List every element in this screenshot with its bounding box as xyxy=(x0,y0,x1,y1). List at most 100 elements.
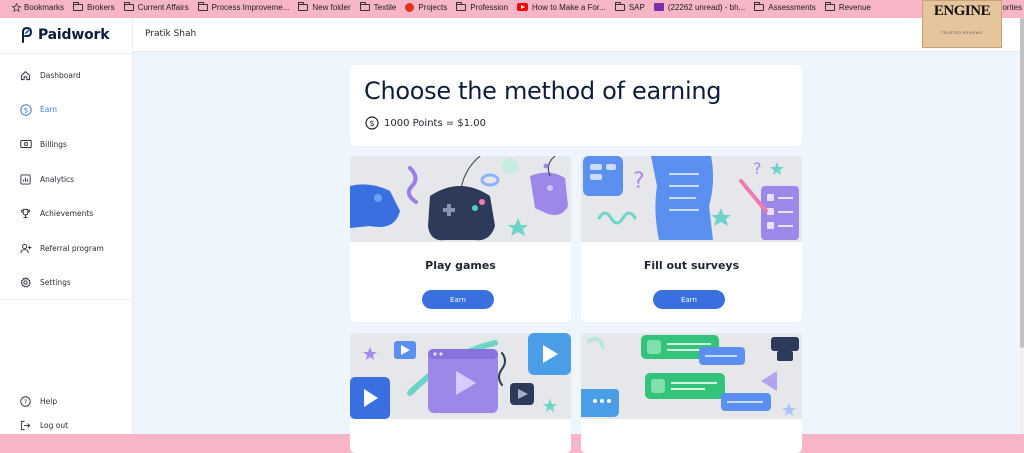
bookmark-sap[interactable]: SAP xyxy=(614,1,645,12)
sidebar-item-billings[interactable]: Billings xyxy=(0,127,133,162)
sidebar-item-referral-program[interactable]: Referral program xyxy=(0,231,133,266)
bookmark-brokers[interactable]: Brokers xyxy=(73,1,115,12)
earning-card-videos[interactable] xyxy=(350,333,571,453)
sidebar-item-help[interactable]: ? Help xyxy=(0,389,133,413)
trophy-icon xyxy=(19,207,32,220)
bookmark-label: Current Affairs xyxy=(137,2,189,12)
svg-text:?: ? xyxy=(633,169,645,194)
sidebar-bottom-nav: ? Help Log out xyxy=(0,389,133,437)
folder-icon xyxy=(298,1,309,11)
sidebar-item-earn[interactable]: $ Earn xyxy=(0,93,133,128)
bookmark-label: SAP xyxy=(628,2,645,12)
svg-text:$: $ xyxy=(369,119,374,128)
user-name[interactable]: Pratik Shah xyxy=(145,29,196,39)
divider xyxy=(0,299,133,300)
coin-icon: $ xyxy=(365,116,379,130)
folder-icon xyxy=(614,1,625,11)
sidebar-nav: Dashboard $ Earn Billings Analytics Achi… xyxy=(0,58,133,300)
help-icon: ? xyxy=(19,395,32,408)
sidebar-item-achievements[interactable]: Achievements xyxy=(0,196,133,231)
scrollbar-thumb[interactable] xyxy=(1020,18,1024,348)
sidebar-item-label: Log out xyxy=(40,420,69,430)
bookmark-label: (22262 unread) - bh... xyxy=(667,2,746,12)
paidwork-logo-icon xyxy=(22,27,33,43)
folder-icon xyxy=(73,1,84,11)
bookmark-youtube[interactable]: How to Make a For... xyxy=(517,3,606,12)
sidebar-item-label: Earn xyxy=(40,105,58,115)
svg-text:?: ? xyxy=(753,159,762,178)
logo-text: Paidwork xyxy=(38,27,110,43)
sidebar-item-logout[interactable]: Log out xyxy=(0,413,133,437)
bookmark-favorites[interactable]: orites xyxy=(1002,0,1024,14)
page-title: Choose the method of earning xyxy=(364,77,722,105)
referral-icon xyxy=(19,242,32,255)
earning-card-tasks[interactable] xyxy=(581,333,802,453)
bookmark-bookmarks[interactable]: Bookmarks xyxy=(0,2,65,12)
divider xyxy=(0,53,133,54)
sidebar-item-label: Billings xyxy=(40,139,67,149)
bookmark-label: Brokers xyxy=(87,2,115,12)
sidebar-item-analytics[interactable]: Analytics xyxy=(0,162,133,197)
bookmark-new-folder[interactable]: New folder xyxy=(298,1,351,12)
bookmark-revenue[interactable]: Revenue xyxy=(824,1,871,12)
bookmark-current-affairs[interactable]: Current Affairs xyxy=(123,1,189,12)
overlay-thumbnail: ENGINE TRUSTED REVIEWS xyxy=(922,0,1002,48)
svg-text:$: $ xyxy=(23,106,27,114)
earning-card-games[interactable]: Play games Earn xyxy=(350,156,571,322)
bookmark-label: New folder xyxy=(312,2,351,12)
bookmark-label: Bookmarks xyxy=(24,2,65,12)
bookmark-textile[interactable]: Textile xyxy=(359,1,396,12)
sidebar: Paidwork Dashboard $ Earn Billings Analy… xyxy=(0,18,133,434)
sidebar-item-label: Help xyxy=(40,396,58,406)
bookmark-label: Projects xyxy=(418,2,448,12)
bookmark-label: Revenue xyxy=(838,2,871,12)
surveys-illustration: ? ? xyxy=(581,156,802,242)
youtube-icon xyxy=(517,3,529,11)
bookmark-label: Profession xyxy=(470,2,509,12)
app-window: Paidwork Dashboard $ Earn Billings Analy… xyxy=(0,18,1020,453)
bookmark-label: Process Improveme... xyxy=(211,2,290,12)
top-bar: Pratik Shah xyxy=(133,18,1020,52)
points-rate: $ 1000 Points = $1.00 xyxy=(365,116,486,130)
home-icon xyxy=(19,69,32,82)
dollar-icon: $ xyxy=(19,103,32,116)
folder-icon xyxy=(359,1,370,11)
videos-illustration xyxy=(350,333,571,419)
folder-icon xyxy=(824,1,835,11)
analytics-icon xyxy=(19,173,32,186)
sidebar-item-label: Settings xyxy=(40,278,71,288)
title-card: Choose the method of earning $ 1000 Poin… xyxy=(350,65,802,146)
points-rate-text: 1000 Points = $1.00 xyxy=(384,117,487,129)
sidebar-item-label: Achievements xyxy=(40,209,94,219)
thumbnail-title: ENGINE xyxy=(933,3,991,19)
folder-icon xyxy=(754,1,765,11)
sidebar-item-label: Dashboard xyxy=(40,70,81,80)
logout-icon xyxy=(19,419,32,432)
earning-card-surveys[interactable]: ? ? Fill out surveys Earn xyxy=(581,156,802,322)
sidebar-item-label: Analytics xyxy=(40,174,75,184)
bookmark-label: How to Make a For... xyxy=(532,2,606,12)
earn-button[interactable]: Earn xyxy=(653,290,725,309)
bookmark-mail[interactable]: (22262 unread) - bh... xyxy=(653,2,746,12)
bookmark-assessments[interactable]: Assessments xyxy=(754,1,816,12)
card-title: Fill out surveys xyxy=(643,259,740,272)
bookmark-label: orites xyxy=(1002,2,1022,12)
sidebar-item-label: Referral program xyxy=(40,243,104,253)
folder-icon xyxy=(456,1,467,11)
bookmark-profession[interactable]: Profession xyxy=(456,1,509,12)
scrollbar[interactable] xyxy=(1020,18,1024,434)
mail-icon xyxy=(653,3,664,11)
folder-icon xyxy=(123,1,134,11)
sidebar-item-dashboard[interactable]: Dashboard xyxy=(0,58,133,93)
bookmarks-bar: Bookmarks Brokers Current Affairs Proces… xyxy=(0,0,1024,14)
folder-icon xyxy=(197,1,208,11)
bookmark-projects[interactable]: Projects xyxy=(405,2,448,12)
thumbnail-subtitle: TRUSTED REVIEWS xyxy=(941,31,983,35)
gear-icon xyxy=(19,276,32,289)
earn-button[interactable]: Earn xyxy=(422,290,494,309)
tasks-illustration xyxy=(581,333,802,419)
card-title: Play games xyxy=(425,259,496,272)
sidebar-item-settings[interactable]: Settings xyxy=(0,266,133,301)
bookmark-process-improvement[interactable]: Process Improveme... xyxy=(197,1,290,12)
logo[interactable]: Paidwork xyxy=(20,27,110,43)
